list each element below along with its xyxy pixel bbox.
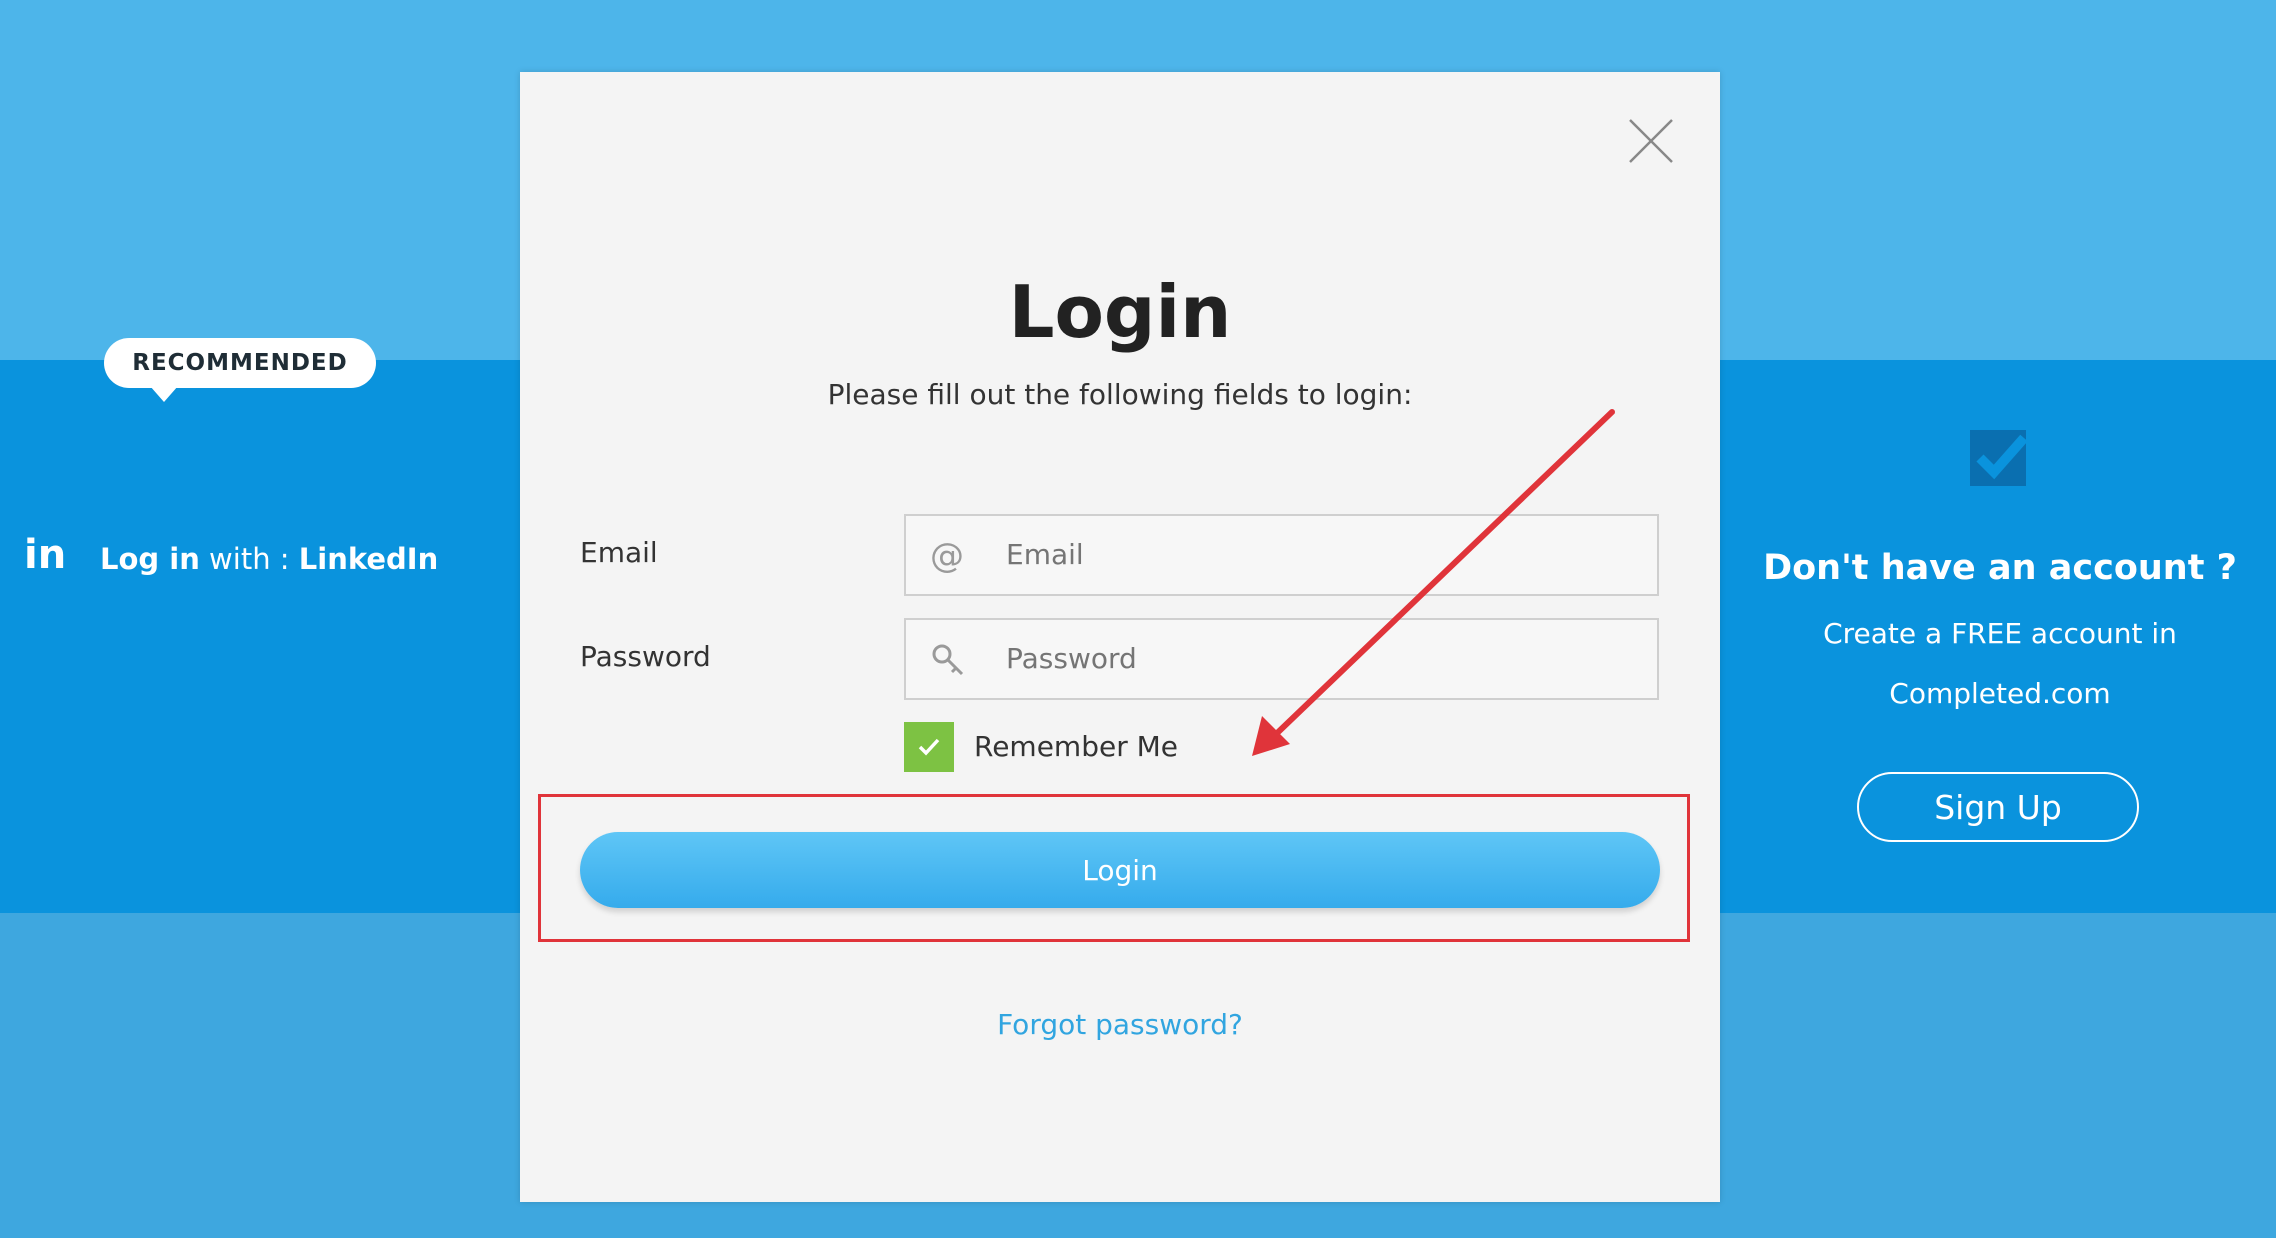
subtitle-line-1: Create a FREE account in xyxy=(1823,617,2177,650)
provider-text: LinkedIn xyxy=(298,542,439,576)
at-icon: @ xyxy=(930,536,964,576)
remember-me-checkbox[interactable] xyxy=(904,722,954,772)
check-icon xyxy=(918,738,940,756)
email-input[interactable] xyxy=(1006,516,1626,594)
recommended-badge: RECOMMENDED xyxy=(104,338,376,388)
login-bold-text: Log in xyxy=(100,542,200,576)
password-label: Password xyxy=(580,640,711,673)
no-account-subtitle: Create a FREE account in Completed.com xyxy=(1720,604,2276,724)
password-input[interactable] xyxy=(1006,620,1626,698)
forgot-password-link[interactable]: Forgot password? xyxy=(520,1008,1720,1041)
linkedin-login-link[interactable]: Log in with : LinkedIn xyxy=(100,542,438,576)
remember-me-label[interactable]: Remember Me xyxy=(974,730,1178,763)
recommended-badge-tail xyxy=(150,386,178,402)
signup-button[interactable]: Sign Up xyxy=(1857,772,2139,842)
modal-title: Login xyxy=(1008,270,1232,354)
login-with-text: with : xyxy=(199,542,299,576)
annotation-highlight-box xyxy=(538,794,1690,942)
modal-subtitle: Please fill out the following fields to … xyxy=(827,378,1413,411)
key-icon xyxy=(932,644,964,676)
no-account-title: Don't have an account ? xyxy=(1763,548,2237,588)
close-icon[interactable] xyxy=(1628,118,1674,164)
password-field[interactable] xyxy=(904,618,1659,700)
email-field[interactable]: @ xyxy=(904,514,1659,596)
linkedin-icon[interactable]: in xyxy=(24,532,66,578)
email-label: Email xyxy=(580,536,658,569)
subtitle-line-2: Completed.com xyxy=(1889,677,2111,710)
checkmark-square-icon xyxy=(1970,430,2028,486)
